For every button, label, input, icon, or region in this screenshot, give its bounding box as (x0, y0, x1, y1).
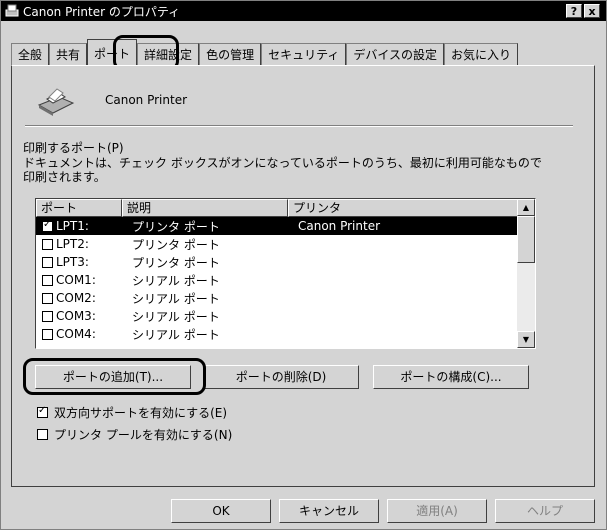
scroll-up-icon[interactable]: ▲ (517, 199, 535, 216)
port-description: プリンタ ポート (132, 219, 220, 234)
port-row-lpt2[interactable]: LPT2: プリンタ ポート (36, 235, 518, 253)
port-description: プリンタ ポート (132, 237, 220, 252)
properties-dialog: Canon Printer のプロパティ ? x 全般 共有 ポート 詳細設定 … (0, 0, 607, 530)
pooling-label: プリンタ プールを有効にする(N) (54, 428, 233, 442)
port-checkbox[interactable] (42, 292, 53, 304)
port-checkbox[interactable] (42, 328, 53, 340)
port-printer: Canon Printer (298, 219, 381, 233)
port-description: シリアル ポート (132, 309, 220, 324)
scroll-thumb[interactable] (517, 216, 535, 263)
port-checkbox[interactable] (42, 219, 53, 232)
port-name: COM3: (56, 309, 96, 323)
pooling-checkbox[interactable] (37, 429, 48, 440)
port-row-com4[interactable]: COM4: シリアル ポート (36, 325, 518, 343)
port-name: LPT3: (56, 255, 89, 269)
tab-security[interactable]: セキュリティ (261, 43, 347, 65)
port-name: LPT2: (56, 237, 89, 251)
ports-description-line2: 印刷されます。 (23, 170, 106, 184)
port-description: シリアル ポート (132, 291, 220, 306)
port-name: COM2: (56, 291, 96, 305)
port-description: シリアル ポート (132, 273, 220, 288)
port-name: COM1: (56, 273, 96, 287)
port-name: COM4: (56, 327, 96, 341)
bidirectional-label: 双方向サポートを有効にする(E) (54, 406, 228, 420)
ports-description-line1: ドキュメントは、チェック ボックスがオンになっているポートのうち、最初に利用可能… (23, 156, 542, 170)
column-header-printer[interactable]: プリンタ (288, 199, 518, 217)
apply-button[interactable]: 適用(A) (387, 499, 487, 523)
tab-general[interactable]: 全般 (11, 43, 50, 65)
port-list[interactable]: ポート 説明 プリンタ LPT1: プリンタ ポート Canon Printer… (35, 198, 536, 349)
help-dialog-button[interactable]: ヘルプ (495, 499, 595, 523)
port-checkbox[interactable] (42, 238, 53, 250)
divider (25, 125, 573, 127)
close-button[interactable]: x (584, 4, 600, 18)
printer-icon (5, 4, 19, 17)
scroll-down-icon[interactable]: ▼ (517, 331, 535, 348)
port-checkbox[interactable] (42, 310, 53, 322)
bidirectional-checkbox[interactable] (37, 405, 48, 418)
tab-strip: 全般 共有 ポート 詳細設定 色の管理 セキュリティ デバイスの設定 お気に入り (11, 39, 519, 67)
port-checkbox[interactable] (42, 274, 53, 286)
title-bar: Canon Printer のプロパティ ? x (1, 1, 606, 21)
port-description: プリンタ ポート (132, 255, 220, 270)
printer-name: Canon Printer (105, 93, 188, 107)
tab-device-settings[interactable]: デバイスの設定 (346, 43, 445, 65)
bidirectional-option[interactable]: 双方向サポートを有効にする(E) (37, 404, 227, 421)
column-header-description[interactable]: 説明 (122, 199, 288, 217)
tab-color-management[interactable]: 色の管理 (199, 43, 262, 65)
column-header-port[interactable]: ポート (36, 199, 122, 217)
ok-button[interactable]: OK (171, 499, 271, 523)
tab-favorites[interactable]: お気に入り (444, 43, 519, 65)
add-port-highlight (23, 358, 206, 395)
port-row-lpt3[interactable]: LPT3: プリンタ ポート (36, 253, 518, 271)
port-description: シリアル ポート (132, 327, 220, 342)
tab-sharing[interactable]: 共有 (49, 43, 88, 65)
cancel-button[interactable]: キャンセル (279, 499, 379, 523)
printer-large-icon (37, 88, 75, 116)
port-checkbox[interactable] (42, 256, 53, 268)
port-row-com1[interactable]: COM1: シリアル ポート (36, 271, 518, 289)
ports-label: 印刷するポート(P) (23, 141, 124, 155)
configure-port-button[interactable]: ポートの構成(C)... (373, 365, 529, 389)
port-row-com3[interactable]: COM3: シリアル ポート (36, 307, 518, 325)
pooling-option[interactable]: プリンタ プールを有効にする(N) (37, 426, 232, 443)
delete-port-button[interactable]: ポートの削除(D) (203, 365, 359, 389)
port-name: LPT1: (56, 219, 89, 233)
vertical-scrollbar[interactable]: ▲ ▼ (517, 199, 535, 348)
port-row-lpt1[interactable]: LPT1: プリンタ ポート Canon Printer (36, 217, 518, 235)
window-title: Canon Printer のプロパティ (23, 4, 181, 19)
port-row-com2[interactable]: COM2: シリアル ポート (36, 289, 518, 307)
help-button[interactable]: ? (566, 4, 582, 18)
